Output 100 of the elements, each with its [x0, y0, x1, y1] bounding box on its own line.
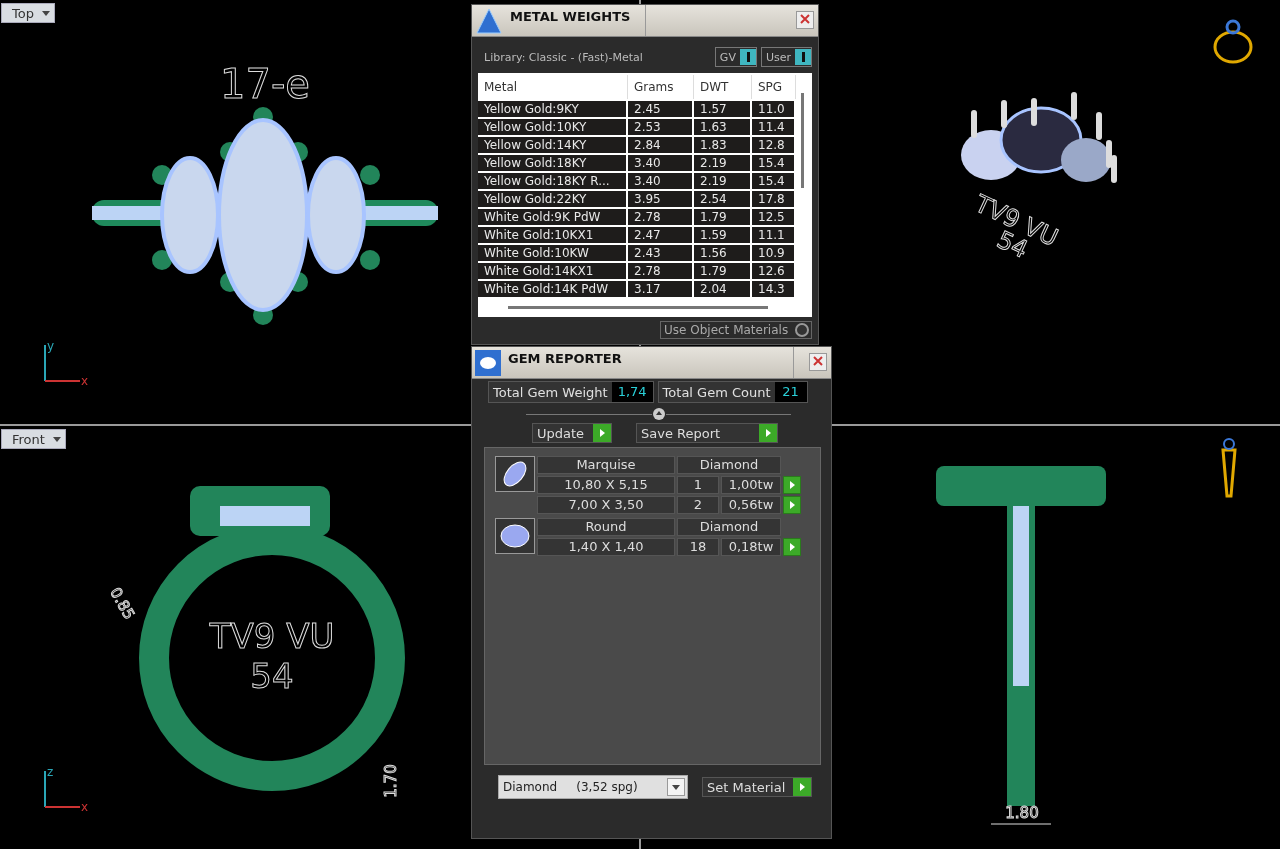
table-cell: 3.40: [628, 173, 694, 189]
table-cell: White Gold:14KX1: [478, 263, 628, 279]
table-cell: 2.45: [628, 101, 694, 117]
table-cell: 12.6: [752, 263, 796, 279]
library-label: Library: Classic - (Fast)-Metal: [484, 50, 643, 64]
set-material-button[interactable]: Set Material: [702, 777, 812, 797]
round-gem-icon: [500, 523, 530, 549]
material-dropdown[interactable]: Diamond (3,52 spg): [498, 775, 688, 799]
table-cell: 14.3: [752, 281, 796, 297]
table-cell: 2.43: [628, 245, 694, 261]
table-cell: 2.19: [694, 173, 752, 189]
gem-count: 2: [677, 496, 719, 514]
gem-weight: 1,00tw: [721, 476, 781, 494]
engraved-text: TV9 VU: [209, 616, 335, 656]
axis-indicator-drawing: [44, 344, 81, 382]
gem-size: 1,40 X 1,40: [537, 538, 675, 556]
axis-label: y: [47, 339, 55, 353]
viewport-label-button[interactable]: Top: [1, 3, 55, 23]
scrollbar[interactable]: [801, 93, 804, 188]
table-cell: 10.9: [752, 245, 796, 261]
ring-icon: [1213, 19, 1253, 64]
viewport-label-button[interactable]: Front: [1, 429, 66, 449]
table-cell: White Gold:14K PdW: [478, 281, 628, 297]
table-cell: 3.17: [628, 281, 694, 297]
caret-icon: [672, 784, 680, 790]
dimension-label: 1.70: [382, 764, 400, 798]
gem-weight: 0,56tw: [721, 496, 781, 514]
table-cell: Yellow Gold:18KY R...: [478, 173, 628, 189]
action-button[interactable]: Save Report: [636, 423, 778, 443]
action-button[interactable]: Update: [532, 423, 612, 443]
panel-title: GEM REPORTER: [504, 347, 794, 378]
table-cell: 11.0: [752, 101, 796, 117]
engraved-text: 54: [250, 656, 294, 696]
table-cell: 11.1: [752, 227, 796, 243]
table-cell: Yellow Gold:14KY: [478, 137, 628, 153]
panel-title: METAL WEIGHTS: [506, 5, 646, 36]
gem-material: Diamond: [677, 456, 781, 474]
gem-shape: Round: [537, 518, 675, 536]
table-cell: White Gold:10KX1: [478, 227, 628, 243]
gem-material: Diamond: [677, 518, 781, 536]
table-cell: 1.59: [694, 227, 752, 243]
table-cell: 15.4: [752, 173, 796, 189]
close-button[interactable]: [796, 11, 814, 29]
collapse-handle-icon[interactable]: [651, 407, 666, 421]
scrollbar[interactable]: [508, 306, 768, 309]
table-cell: Yellow Gold:18KY: [478, 155, 628, 171]
axis-label: z: [47, 765, 54, 779]
gem-shape: Marquise: [537, 456, 675, 474]
table-cell: 2.78: [628, 209, 694, 225]
axis-label: x: [81, 800, 89, 814]
table-cell: 17.8: [752, 191, 796, 207]
table-cell: 1.79: [694, 263, 752, 279]
axis-label: x: [81, 374, 89, 388]
table-cell: 1.63: [694, 119, 752, 135]
table-cell: 2.47: [628, 227, 694, 243]
table-cell: 1.56: [694, 245, 752, 261]
close-icon: [800, 14, 810, 24]
pendant-icon: [1221, 438, 1237, 498]
table-cell: White Gold:10KW: [478, 245, 628, 261]
marquise-gem-icon: [500, 459, 530, 489]
table-cell: 3.40: [628, 155, 694, 171]
table-cell: 2.53: [628, 119, 694, 135]
table-cell: White Gold:9K PdW: [478, 209, 628, 225]
close-icon: [813, 356, 823, 366]
toggle-switch[interactable]: GV: [714, 47, 757, 67]
engraved-text: 17-e: [220, 61, 310, 107]
table-cell: 15.4: [752, 155, 796, 171]
table-cell: Yellow Gold:22KY: [478, 191, 628, 207]
play-button[interactable]: [783, 476, 801, 494]
toggle-switch[interactable]: User: [760, 47, 812, 67]
dimension-label: 1.80: [1005, 804, 1039, 822]
gem-weight: 0,18tw: [721, 538, 781, 556]
table-cell: 12.5: [752, 209, 796, 225]
gem-report-icon: [474, 349, 502, 377]
table-cell: 12.8: [752, 137, 796, 153]
table-cell: 3.95: [628, 191, 694, 207]
caret-icon: [41, 10, 50, 16]
total-field: Total Gem Count 21: [657, 381, 808, 403]
total-field: Total Gem Weight 1,74: [488, 381, 654, 403]
gem-size: 10,80 X 5,15: [537, 476, 675, 494]
table-cell: 2.54: [694, 191, 752, 207]
caret-icon: [52, 436, 61, 442]
table-cell: Yellow Gold:9KY: [478, 101, 628, 117]
play-button[interactable]: [783, 538, 801, 556]
table-cell: Yellow Gold:10KY: [478, 119, 628, 135]
axis-indicator-drawing: [44, 770, 81, 808]
table-cell: 2.78: [628, 263, 694, 279]
gem-count: 1: [677, 476, 719, 494]
dimension-line: [990, 823, 1052, 825]
gem-size: 7,00 X 3,50: [537, 496, 675, 514]
table-cell: 2.84: [628, 137, 694, 153]
table-cell: 1.57: [694, 101, 752, 117]
play-button[interactable]: [783, 496, 801, 514]
table-cell: 11.4: [752, 119, 796, 135]
use-object-materials-toggle[interactable]: Use Object Materials: [660, 321, 812, 339]
close-button[interactable]: [809, 353, 827, 371]
table-cell: 2.19: [694, 155, 752, 171]
gem-count: 18: [677, 538, 719, 556]
table-cell: 2.04: [694, 281, 752, 297]
table-cell: 1.79: [694, 209, 752, 225]
